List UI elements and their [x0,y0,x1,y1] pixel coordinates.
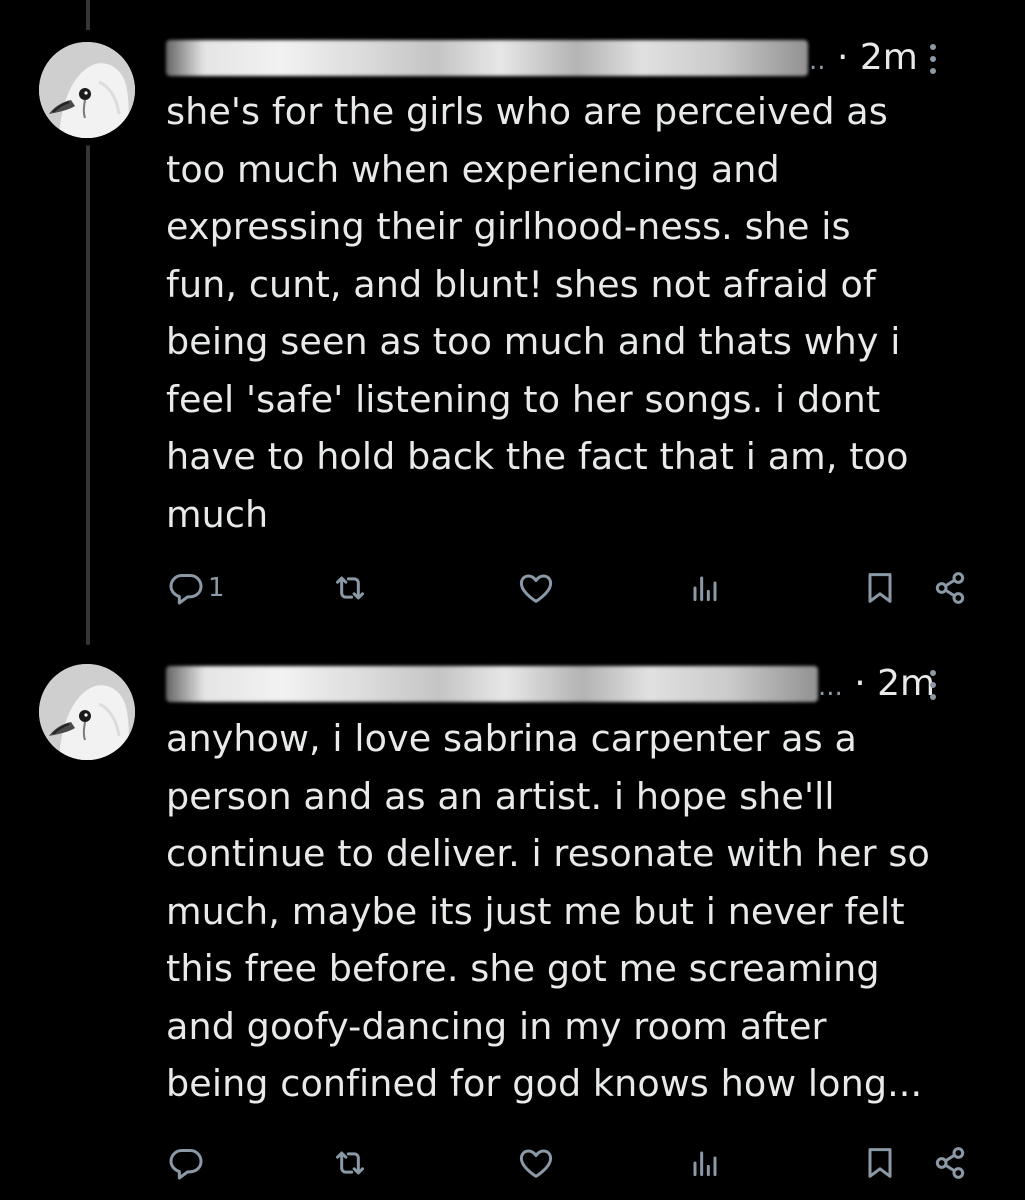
reply-icon [169,574,203,605]
bookmark-icon [868,1148,892,1178]
timestamp[interactable]: 2m [860,37,918,78]
more-icon[interactable] [927,664,939,704]
reply-button[interactable]: 1 [166,563,225,613]
tweet-text: anyhow, i love sabrina carpenter as a pe… [166,717,930,1105]
retweet-button[interactable] [330,563,370,613]
share-icon [935,572,965,604]
avatar[interactable] [39,42,135,138]
tweet-meta: .. · 2m [809,34,918,85]
more-icon[interactable] [927,38,939,78]
bookmark-icon [868,573,892,603]
meta-separator: · [836,37,849,78]
like-button[interactable] [516,1138,556,1188]
like-icon [519,574,553,603]
tweet-1[interactable]: .. · 2m she's for the girls who are perc… [0,0,1025,640]
share-icon [935,1147,965,1179]
like-button[interactable] [516,563,556,613]
bookmark-button[interactable] [860,563,900,613]
action-bar [160,1138,980,1188]
views-button[interactable] [685,1138,725,1188]
share-button[interactable] [930,563,970,613]
retweet-button[interactable] [330,1138,370,1188]
retweet-icon [336,1151,364,1175]
like-icon [519,1149,553,1178]
reply-count: 1 [208,573,225,603]
pigeon-avatar-image [39,664,135,760]
tweet-meta: ... · 2m [818,660,935,711]
redacted-username[interactable] [166,40,808,76]
tweet-header: .. · 2m [166,32,985,82]
views-icon [693,1151,717,1177]
avatar[interactable] [39,664,135,760]
pigeon-avatar-image [39,42,135,138]
redacted-username[interactable] [166,666,818,702]
bookmark-button[interactable] [860,1138,900,1188]
reply-icon [169,1149,203,1180]
action-bar: 1 [160,563,980,613]
name-ellipsis: .. [809,46,826,76]
meta-separator: · [854,663,866,704]
views-icon [693,576,717,602]
tweet-header: ... · 2m [166,658,985,708]
reply-button[interactable] [166,1138,208,1188]
views-button[interactable] [685,563,725,613]
tweet-text: she's for the girls who are perceived as… [166,90,909,536]
share-button[interactable] [930,1138,970,1188]
retweet-icon [336,576,364,600]
tweet-2[interactable]: ... · 2m anyhow, i love sabrina carpente… [0,640,1025,1200]
name-ellipsis: ... [818,672,843,702]
